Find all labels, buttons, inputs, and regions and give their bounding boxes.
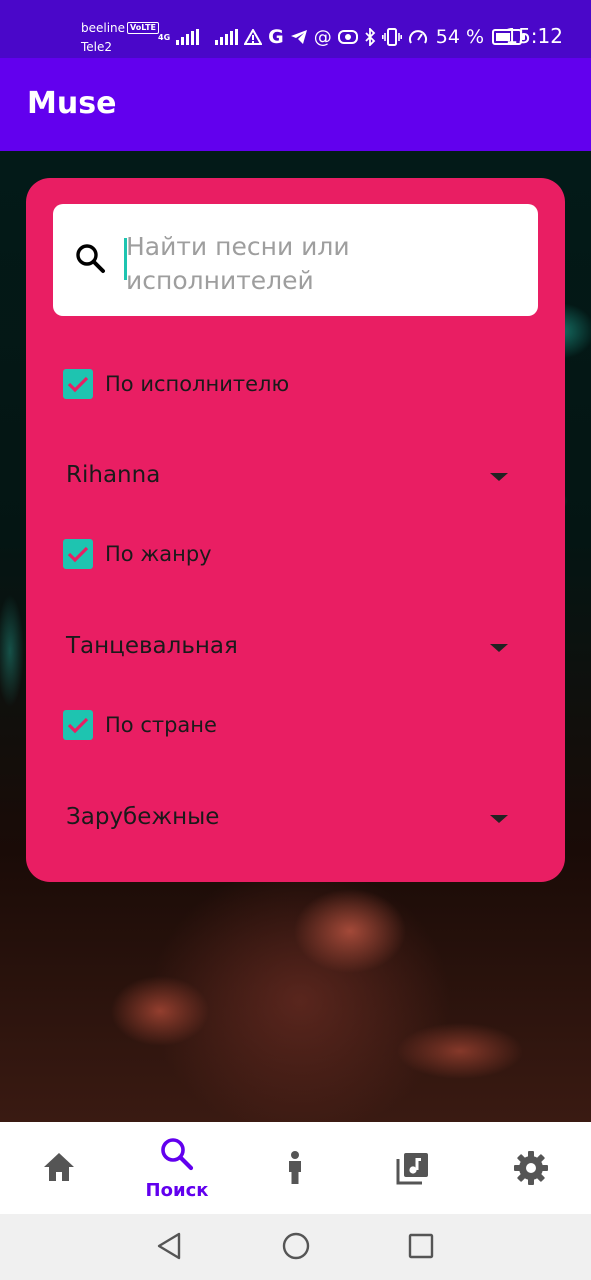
volte-badge: VoLTE bbox=[127, 22, 159, 34]
genre-dropdown[interactable]: Танцевальная bbox=[66, 625, 516, 669]
nav-search[interactable]: Поиск bbox=[118, 1122, 236, 1214]
filter-genre-checkbox-row[interactable]: По жанру bbox=[63, 538, 212, 570]
app-title: Muse bbox=[27, 86, 117, 121]
artist-dropdown[interactable]: Rihanna bbox=[66, 454, 516, 498]
nav-profile[interactable] bbox=[236, 1122, 354, 1214]
status-icons: 4G G @ 54 % bbox=[158, 22, 526, 52]
app-bar: Muse bbox=[0, 58, 591, 151]
speedometer-icon bbox=[408, 30, 427, 44]
filter-country-label: По стране bbox=[105, 713, 217, 737]
carrier-2: Tele2 bbox=[81, 40, 113, 54]
status-bar: beeline VoLTE Tele2 4G G @ 54 % 15:12 bbox=[0, 0, 591, 58]
google-icon: G bbox=[268, 26, 284, 48]
filter-genre-label: По жанру bbox=[105, 542, 212, 566]
at-icon: @ bbox=[313, 26, 332, 48]
search-icon bbox=[161, 1138, 194, 1171]
search-input[interactable] bbox=[126, 230, 516, 296]
home-circle-icon[interactable] bbox=[281, 1231, 311, 1261]
filter-artist-label: По исполнителю bbox=[105, 372, 290, 396]
country-dropdown-value: Зарубежные bbox=[66, 804, 220, 830]
vpn-icon bbox=[337, 30, 358, 44]
checkbox-checked-icon[interactable] bbox=[63, 710, 93, 740]
bluetooth-icon bbox=[365, 28, 376, 46]
chevron-down-icon bbox=[490, 644, 508, 652]
filter-country-checkbox-row[interactable]: По стране bbox=[63, 709, 217, 741]
signal-icon bbox=[176, 29, 200, 45]
search-box[interactable] bbox=[53, 204, 538, 316]
search-icon bbox=[76, 244, 105, 273]
bottom-navigation: Поиск bbox=[0, 1122, 591, 1214]
chevron-down-icon bbox=[490, 473, 508, 481]
checkbox-checked-icon[interactable] bbox=[63, 369, 93, 399]
network-type: 4G bbox=[158, 32, 171, 42]
nav-search-label: Поиск bbox=[145, 1180, 209, 1201]
nav-settings[interactable] bbox=[472, 1122, 590, 1214]
music-library-icon bbox=[396, 1153, 428, 1185]
vibrate-icon bbox=[381, 28, 402, 46]
carrier-1: beeline bbox=[81, 21, 126, 35]
nav-home[interactable] bbox=[0, 1122, 118, 1214]
artist-dropdown-value: Rihanna bbox=[66, 462, 161, 488]
chevron-down-icon bbox=[490, 815, 508, 823]
carrier-info: beeline VoLTE Tele2 bbox=[81, 19, 159, 57]
telegram-icon bbox=[290, 30, 307, 44]
gear-icon bbox=[514, 1151, 548, 1185]
checkbox-checked-icon[interactable] bbox=[63, 539, 93, 569]
battery-percent: 54 % bbox=[435, 26, 485, 48]
clock: 15:12 bbox=[505, 24, 563, 48]
signal-icon bbox=[215, 29, 239, 45]
recents-icon[interactable] bbox=[407, 1231, 435, 1261]
search-filter-card: По исполнителю Rihanna По жанру Танцевал… bbox=[26, 178, 565, 882]
home-icon bbox=[44, 1153, 74, 1181]
country-dropdown[interactable]: Зарубежные bbox=[66, 796, 516, 840]
back-icon[interactable] bbox=[155, 1231, 183, 1261]
person-icon bbox=[289, 1151, 301, 1184]
system-navigation-bar bbox=[0, 1214, 591, 1280]
genre-dropdown-value: Танцевальная bbox=[66, 633, 238, 659]
warning-icon bbox=[244, 29, 263, 45]
filter-artist-checkbox-row[interactable]: По исполнителю bbox=[63, 368, 289, 400]
nav-library[interactable] bbox=[354, 1122, 472, 1214]
